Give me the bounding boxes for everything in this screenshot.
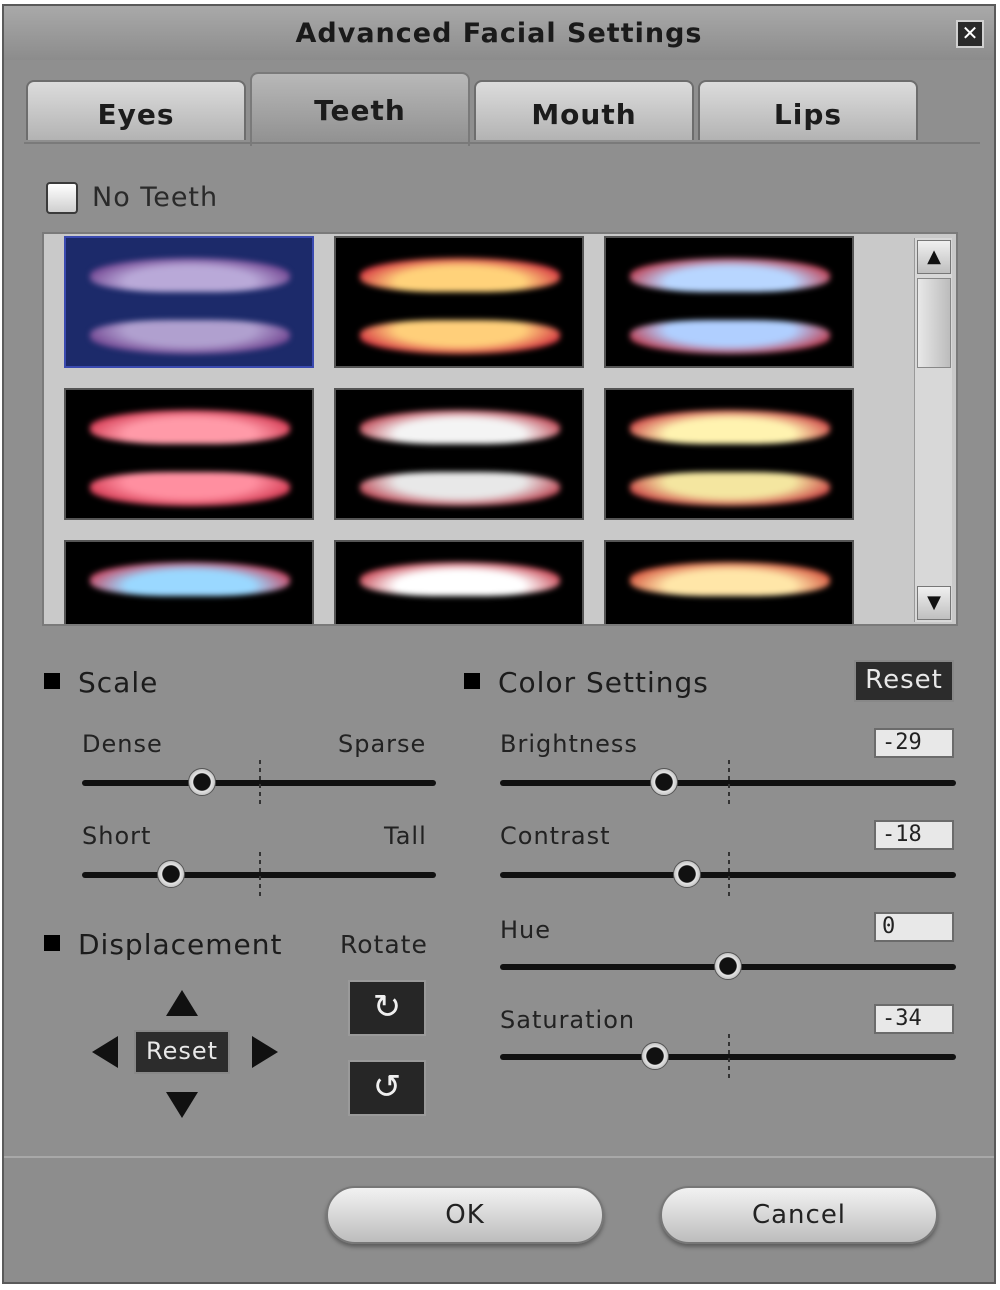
lower-teeth-image xyxy=(630,472,830,506)
rotate-clockwise-button[interactable]: ↻ xyxy=(348,980,426,1036)
teeth-thumbnail[interactable] xyxy=(64,236,314,368)
slider-knob[interactable] xyxy=(641,1042,670,1070)
tall-label: Tall xyxy=(384,822,427,850)
teeth-thumbnail[interactable] xyxy=(334,236,584,368)
upper-teeth-image xyxy=(360,562,560,596)
bullet-icon xyxy=(44,935,60,951)
rotate-counterclockwise-icon: ↺ xyxy=(372,1067,402,1107)
displacement-heading-text: Displacement xyxy=(78,928,283,961)
slider-knob[interactable] xyxy=(188,768,217,796)
displacement-heading: Displacement xyxy=(44,928,283,961)
slider-knob[interactable] xyxy=(672,860,701,888)
lower-teeth-image xyxy=(360,472,560,506)
no-teeth-checkbox[interactable] xyxy=(46,182,78,214)
bullet-icon xyxy=(464,673,480,689)
saturation-label: Saturation xyxy=(500,1006,636,1034)
move-up-arrow-icon[interactable] xyxy=(166,990,198,1016)
ok-button[interactable]: OK xyxy=(326,1186,604,1244)
upper-teeth-image xyxy=(630,258,830,292)
saturation-value-field[interactable]: -34 xyxy=(874,1004,954,1034)
lower-teeth-image xyxy=(360,320,560,354)
lower-teeth-image xyxy=(90,472,290,506)
slider-center-tick xyxy=(259,760,261,804)
tab-teeth[interactable]: Teeth xyxy=(250,72,470,146)
teeth-panel: No Teeth ▲ ▼ Scale Dense Sparse Short Ta… xyxy=(24,142,980,1147)
scale-heading-text: Scale xyxy=(78,666,159,699)
upper-teeth-image xyxy=(90,258,290,292)
dialog-title: Advanced Facial Settings xyxy=(295,18,703,49)
slider-knob[interactable] xyxy=(156,860,185,888)
teeth-thumbnail[interactable] xyxy=(64,388,314,520)
tab-eyes[interactable]: Eyes xyxy=(26,80,246,140)
hue-value-field[interactable]: 0 xyxy=(874,912,954,942)
slider-knob[interactable] xyxy=(714,952,742,980)
slider-center-tick xyxy=(259,852,261,896)
slider-knob[interactable] xyxy=(650,768,679,796)
color-settings-heading: Color Settings xyxy=(464,666,709,699)
scale-heading: Scale xyxy=(44,666,158,699)
scroll-up-icon[interactable]: ▲ xyxy=(917,240,951,274)
hue-slider[interactable] xyxy=(500,952,956,982)
tab-lips[interactable]: Lips xyxy=(698,80,918,140)
gallery-scrollbar[interactable]: ▲ ▼ xyxy=(914,238,952,622)
saturation-slider[interactable] xyxy=(500,1034,956,1078)
teeth-thumbnail[interactable] xyxy=(64,540,314,624)
cancel-button[interactable]: Cancel xyxy=(660,1186,938,1244)
slider-center-tick xyxy=(728,1034,730,1078)
hue-label: Hue xyxy=(500,916,552,944)
slider-center-tick xyxy=(728,760,730,804)
upper-teeth-image xyxy=(630,562,830,596)
upper-teeth-image xyxy=(90,410,290,444)
teeth-gallery: ▲ ▼ xyxy=(42,232,958,626)
brightness-label: Brightness xyxy=(500,730,638,758)
color-settings-heading-text: Color Settings xyxy=(498,666,709,699)
dense-label: Dense xyxy=(82,730,163,758)
upper-teeth-image xyxy=(360,410,560,444)
teeth-thumbnail[interactable] xyxy=(334,540,584,624)
upper-teeth-image xyxy=(630,410,830,444)
scroll-thumb[interactable] xyxy=(917,278,951,368)
upper-teeth-image xyxy=(360,258,560,292)
advanced-facial-settings-dialog: Advanced Facial Settings ✕ Eyes Teeth Mo… xyxy=(2,4,996,1284)
displacement-reset-button[interactable]: Reset xyxy=(134,1030,230,1074)
move-down-arrow-icon[interactable] xyxy=(166,1092,198,1118)
move-left-arrow-icon[interactable] xyxy=(92,1036,118,1068)
brightness-slider[interactable] xyxy=(500,760,956,804)
contrast-label: Contrast xyxy=(500,822,611,850)
short-tall-slider[interactable] xyxy=(82,852,436,896)
short-label: Short xyxy=(82,822,152,850)
bullet-icon xyxy=(44,673,60,689)
tab-mouth[interactable]: Mouth xyxy=(474,80,694,140)
upper-teeth-image xyxy=(90,562,290,596)
teeth-thumbnail[interactable] xyxy=(604,540,854,624)
teeth-thumbnail[interactable] xyxy=(604,388,854,520)
lower-teeth-image xyxy=(90,320,290,354)
sparse-label: Sparse xyxy=(338,730,427,758)
close-icon[interactable]: ✕ xyxy=(956,20,984,48)
color-reset-button[interactable]: Reset xyxy=(854,660,954,702)
teeth-thumbnail[interactable] xyxy=(334,388,584,520)
title-bar[interactable]: Advanced Facial Settings ✕ xyxy=(4,6,994,60)
move-right-arrow-icon[interactable] xyxy=(252,1036,278,1068)
brightness-value-field[interactable]: -29 xyxy=(874,728,954,758)
scroll-down-icon[interactable]: ▼ xyxy=(917,586,951,620)
dense-sparse-slider[interactable] xyxy=(82,760,436,804)
rotate-label: Rotate xyxy=(340,930,428,959)
contrast-slider[interactable] xyxy=(500,852,956,896)
contrast-value-field[interactable]: -18 xyxy=(874,820,954,850)
teeth-thumbnail[interactable] xyxy=(604,236,854,368)
rotate-clockwise-icon: ↻ xyxy=(372,987,402,1027)
rotate-counterclockwise-button[interactable]: ↺ xyxy=(348,1060,426,1116)
no-teeth-label: No Teeth xyxy=(92,182,219,213)
slider-center-tick xyxy=(728,852,730,896)
lower-teeth-image xyxy=(630,320,830,354)
